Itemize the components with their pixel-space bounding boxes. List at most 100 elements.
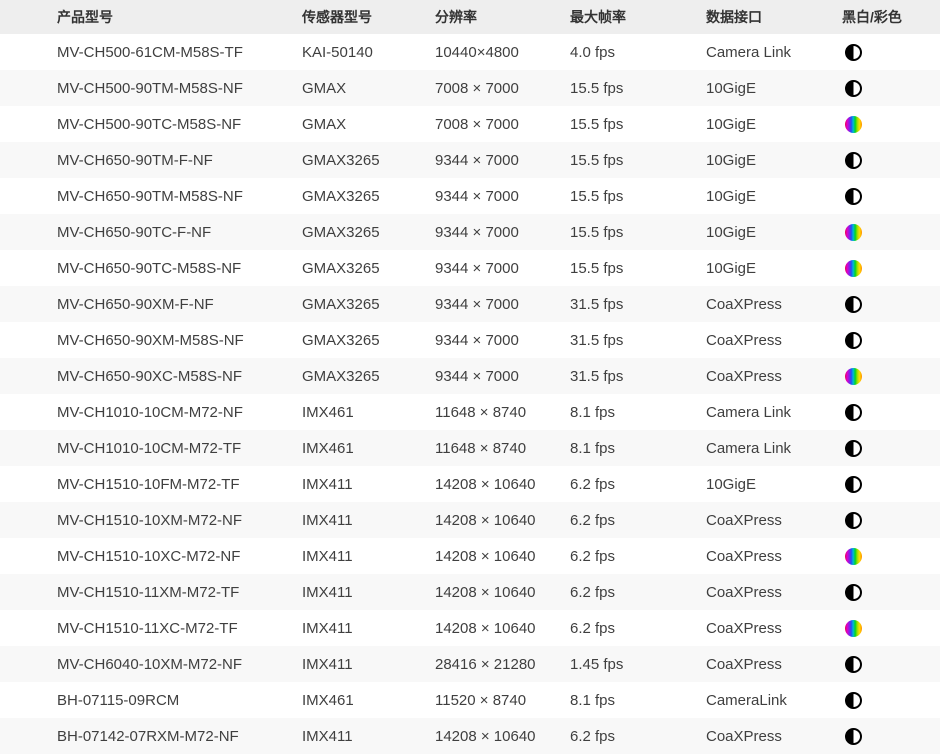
resolution-cell: 14208 × 10640 — [435, 466, 570, 502]
chroma-cell — [842, 322, 940, 358]
resolution-cell: 11648 × 8740 — [435, 430, 570, 466]
table-row: MV-CH1510-10XC-M72-NF IMX411 14208 × 106… — [0, 538, 940, 574]
resolution-cell: 11520 × 8740 — [435, 682, 570, 718]
table-row: MV-CH1510-10XM-M72-NF IMX411 14208 × 106… — [0, 502, 940, 538]
table-row: MV-CH650-90XM-M58S-NF GMAX3265 9344 × 70… — [0, 322, 940, 358]
rainbow-circle-icon — [845, 224, 862, 241]
product-model-cell: MV-CH1010-10CM-M72-TF — [0, 430, 302, 466]
max-framerate-cell: 31.5 fps — [570, 286, 706, 322]
sensor-model-cell: GMAX3265 — [302, 250, 435, 286]
product-model-cell: BH-07142-07RXM-M72-NF — [0, 718, 302, 754]
chroma-cell — [842, 574, 940, 610]
data-interface-cell: CoaXPress — [706, 322, 842, 358]
camera-spec-table: 产品型号 传感器型号 分辨率 最大帧率 数据接口 黑白/彩色 MV-CH500-… — [0, 0, 940, 754]
max-framerate-cell: 6.2 fps — [570, 610, 706, 646]
chroma-cell — [842, 34, 940, 70]
product-model-cell: MV-CH650-90TC-F-NF — [0, 214, 302, 250]
data-interface-cell: Camera Link — [706, 430, 842, 466]
sensor-model-cell: IMX411 — [302, 538, 435, 574]
table-body: MV-CH500-61CM-M58S-TF KAI-50140 10440×48… — [0, 34, 940, 754]
product-model-cell: MV-CH1510-10XM-M72-NF — [0, 502, 302, 538]
resolution-cell: 7008 × 7000 — [435, 106, 570, 142]
table-row: MV-CH650-90XM-F-NF GMAX3265 9344 × 7000 … — [0, 286, 940, 322]
product-model-cell: MV-CH1510-10FM-M72-TF — [0, 466, 302, 502]
chroma-cell — [842, 610, 940, 646]
data-interface-cell: CoaXPress — [706, 610, 842, 646]
data-interface-cell: CoaXPress — [706, 646, 842, 682]
data-interface-cell: 10GigE — [706, 178, 842, 214]
table-row: MV-CH650-90TM-M58S-NF GMAX3265 9344 × 70… — [0, 178, 940, 214]
max-framerate-cell: 6.2 fps — [570, 466, 706, 502]
mono-half-black-circle-icon — [845, 656, 862, 673]
chroma-cell — [842, 646, 940, 682]
data-interface-cell: 10GigE — [706, 70, 842, 106]
resolution-cell: 7008 × 7000 — [435, 70, 570, 106]
product-model-cell: MV-CH500-90TM-M58S-NF — [0, 70, 302, 106]
rainbow-circle-icon — [845, 620, 862, 637]
max-framerate-cell: 6.2 fps — [570, 538, 706, 574]
mono-half-black-circle-icon — [845, 512, 862, 529]
max-framerate-cell: 8.1 fps — [570, 682, 706, 718]
sensor-model-cell: IMX461 — [302, 394, 435, 430]
sensor-model-cell: KAI-50140 — [302, 34, 435, 70]
column-header-resolution: 分辨率 — [435, 0, 570, 34]
data-interface-cell: CoaXPress — [706, 358, 842, 394]
column-header-sensor: 传感器型号 — [302, 0, 435, 34]
mono-half-black-circle-icon — [845, 728, 862, 745]
data-interface-cell: CoaXPress — [706, 286, 842, 322]
chroma-cell — [842, 106, 940, 142]
table-row: BH-07142-07RXM-M72-NF IMX411 14208 × 106… — [0, 718, 940, 754]
sensor-model-cell: GMAX3265 — [302, 142, 435, 178]
mono-half-black-circle-icon — [845, 44, 862, 61]
mono-half-black-circle-icon — [845, 584, 862, 601]
table-row: MV-CH650-90TC-F-NF GMAX3265 9344 × 7000 … — [0, 214, 940, 250]
data-interface-cell: CoaXPress — [706, 574, 842, 610]
max-framerate-cell: 15.5 fps — [570, 178, 706, 214]
table-row: MV-CH1010-10CM-M72-NF IMX461 11648 × 874… — [0, 394, 940, 430]
max-framerate-cell: 4.0 fps — [570, 34, 706, 70]
max-framerate-cell: 6.2 fps — [570, 574, 706, 610]
chroma-cell — [842, 358, 940, 394]
chroma-cell — [842, 394, 940, 430]
resolution-cell: 28416 × 21280 — [435, 646, 570, 682]
resolution-cell: 14208 × 10640 — [435, 574, 570, 610]
max-framerate-cell: 8.1 fps — [570, 394, 706, 430]
max-framerate-cell: 31.5 fps — [570, 358, 706, 394]
sensor-model-cell: IMX411 — [302, 502, 435, 538]
max-framerate-cell: 15.5 fps — [570, 106, 706, 142]
resolution-cell: 9344 × 7000 — [435, 286, 570, 322]
sensor-model-cell: GMAX — [302, 70, 435, 106]
data-interface-cell: CoaXPress — [706, 718, 842, 754]
table-row: MV-CH1510-10FM-M72-TF IMX411 14208 × 106… — [0, 466, 940, 502]
chroma-cell — [842, 502, 940, 538]
product-model-cell: MV-CH650-90XC-M58S-NF — [0, 358, 302, 394]
column-header-model: 产品型号 — [0, 0, 302, 34]
rainbow-circle-icon — [845, 260, 862, 277]
table-row: MV-CH1510-11XM-M72-TF IMX411 14208 × 106… — [0, 574, 940, 610]
resolution-cell: 11648 × 8740 — [435, 394, 570, 430]
max-framerate-cell: 15.5 fps — [570, 250, 706, 286]
resolution-cell: 9344 × 7000 — [435, 322, 570, 358]
resolution-cell: 9344 × 7000 — [435, 178, 570, 214]
sensor-model-cell: IMX411 — [302, 646, 435, 682]
resolution-cell: 9344 × 7000 — [435, 142, 570, 178]
data-interface-cell: Camera Link — [706, 34, 842, 70]
table-row: MV-CH500-61CM-M58S-TF KAI-50140 10440×48… — [0, 34, 940, 70]
resolution-cell: 9344 × 7000 — [435, 214, 570, 250]
rainbow-circle-icon — [845, 368, 862, 385]
chroma-cell — [842, 214, 940, 250]
table-row: MV-CH650-90TM-F-NF GMAX3265 9344 × 7000 … — [0, 142, 940, 178]
data-interface-cell: 10GigE — [706, 214, 842, 250]
resolution-cell: 14208 × 10640 — [435, 538, 570, 574]
mono-half-black-circle-icon — [845, 80, 862, 97]
sensor-model-cell: IMX461 — [302, 682, 435, 718]
table-row: MV-CH500-90TC-M58S-NF GMAX 7008 × 7000 1… — [0, 106, 940, 142]
chroma-cell — [842, 466, 940, 502]
mono-half-black-circle-icon — [845, 296, 862, 313]
mono-half-black-circle-icon — [845, 692, 862, 709]
max-framerate-cell: 8.1 fps — [570, 430, 706, 466]
product-model-cell: MV-CH650-90TC-M58S-NF — [0, 250, 302, 286]
table-row: MV-CH1510-11XC-M72-TF IMX411 14208 × 106… — [0, 610, 940, 646]
data-interface-cell: CoaXPress — [706, 502, 842, 538]
sensor-model-cell: IMX411 — [302, 466, 435, 502]
